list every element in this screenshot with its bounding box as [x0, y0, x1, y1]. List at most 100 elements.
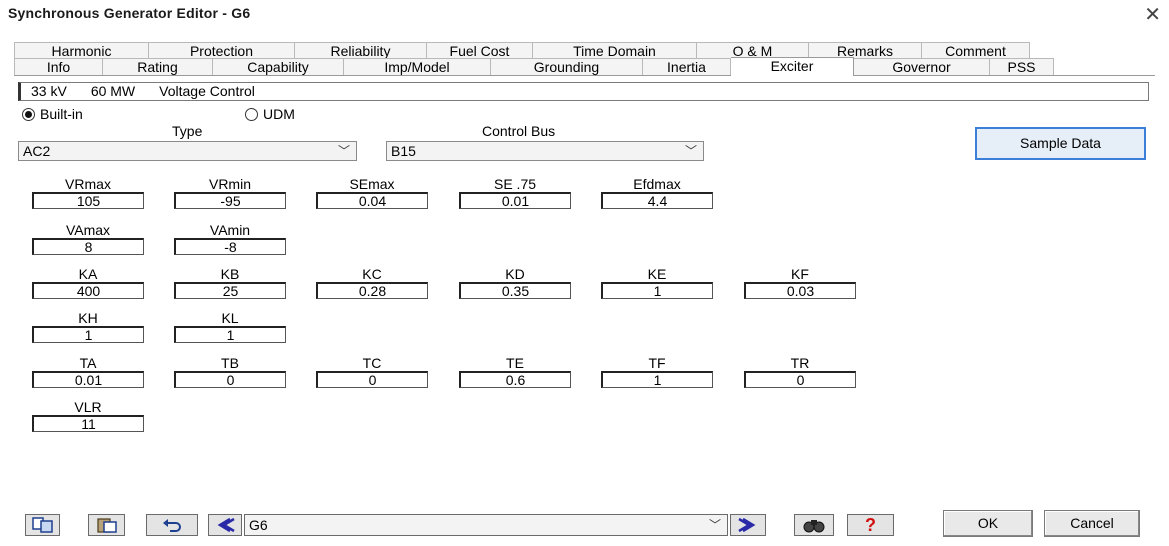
cancel-button[interactable]: Cancel	[1044, 510, 1140, 537]
control-bus-select[interactable]: B15 ﹀	[386, 141, 704, 161]
label-te: TE	[506, 355, 524, 371]
field-vamax[interactable]: 8	[32, 238, 144, 255]
tab-capability[interactable]: Capability	[213, 58, 344, 75]
undo-icon	[163, 519, 181, 532]
label-kd: KD	[505, 266, 525, 282]
tab-pss[interactable]: PSS	[990, 58, 1054, 75]
label-vamax: VAmax	[65, 222, 111, 238]
label-semax: SEmax	[349, 176, 395, 192]
radio-builtin[interactable]: Built-in	[22, 106, 83, 122]
label-se75: SE .75	[493, 176, 537, 192]
field-kl[interactable]: 1	[174, 326, 286, 343]
element-select[interactable]: G6 ﹀	[244, 514, 728, 536]
radio-builtin-label: Built-in	[40, 106, 83, 122]
field-kb[interactable]: 25	[174, 282, 286, 299]
tab-reliability[interactable]: Reliability	[295, 42, 427, 59]
tab-fuel-cost[interactable]: Fuel Cost	[427, 42, 533, 59]
chevron-down-icon: ﹀	[337, 144, 350, 158]
tab-row-1: Harmonic Protection Reliability Fuel Cos…	[14, 42, 1030, 59]
tab-inertia[interactable]: Inertia	[643, 58, 731, 75]
label-kb: KB	[220, 266, 240, 282]
field-kd[interactable]: 0.35	[459, 282, 571, 299]
tab-protection[interactable]: Protection	[149, 42, 295, 59]
tab-time-domain[interactable]: Time Domain	[533, 42, 697, 59]
tab-row-2: Info Rating Capability Imp/Model Groundi…	[14, 57, 1054, 76]
type-value: AC2	[23, 143, 51, 159]
label-kh: KH	[78, 310, 98, 326]
tab-exciter[interactable]: Exciter	[731, 57, 854, 76]
field-vrmin[interactable]: -95	[174, 192, 286, 209]
previous-button[interactable]	[208, 514, 242, 536]
field-vlr[interactable]: 11	[32, 415, 144, 432]
tab-governor[interactable]: Governor	[854, 58, 990, 75]
ok-button[interactable]: OK	[943, 510, 1033, 537]
radio-unselected-icon	[245, 107, 258, 121]
tab-imp-model[interactable]: Imp/Model	[344, 58, 491, 75]
type-label: Type	[172, 123, 203, 139]
label-vrmin: VRmin	[208, 176, 251, 192]
paste-button[interactable]	[88, 514, 125, 536]
label-kf: KF	[791, 266, 809, 282]
previous-icon	[217, 517, 235, 533]
label-tr: TR	[790, 355, 810, 371]
label-vamin: VAmin	[209, 222, 251, 238]
info-voltage: 33 kV	[31, 83, 67, 99]
info-bar: 33 kV 60 MW Voltage Control	[18, 82, 1149, 101]
undo-button[interactable]	[146, 514, 198, 536]
field-vamin[interactable]: -8	[174, 238, 286, 255]
info-mode: Voltage Control	[159, 83, 255, 99]
label-vrmax: VRmax	[65, 176, 111, 192]
field-se75[interactable]: 0.01	[459, 192, 571, 209]
field-kc[interactable]: 0.28	[316, 282, 428, 299]
radio-udm-label: UDM	[263, 106, 295, 122]
label-ta: TA	[79, 355, 97, 371]
label-kc: KC	[362, 266, 382, 282]
label-tf: TF	[648, 355, 666, 371]
field-tc[interactable]: 0	[316, 371, 428, 388]
field-efdmax[interactable]: 4.4	[601, 192, 713, 209]
field-semax[interactable]: 0.04	[316, 192, 428, 209]
window-title: Synchronous Generator Editor - G6	[8, 5, 251, 21]
sample-data-button[interactable]: Sample Data	[975, 127, 1146, 160]
label-kl: KL	[221, 310, 239, 326]
copy-icon	[31, 517, 53, 533]
paste-icon	[96, 518, 117, 533]
tab-rating[interactable]: Rating	[103, 58, 213, 75]
next-icon	[738, 517, 756, 533]
field-te[interactable]: 0.6	[459, 371, 571, 388]
label-ka: KA	[78, 266, 98, 282]
info-power: 60 MW	[90, 83, 136, 99]
tab-info[interactable]: Info	[14, 58, 103, 75]
control-bus-value: B15	[391, 143, 416, 159]
help-icon: ?	[865, 515, 876, 535]
label-tb: TB	[221, 355, 239, 371]
field-tb[interactable]: 0	[174, 371, 286, 388]
find-button[interactable]	[794, 514, 834, 536]
close-icon[interactable]: ✕	[1144, 2, 1161, 27]
type-select[interactable]: AC2 ﹀	[18, 141, 357, 161]
label-efdmax: Efdmax	[633, 176, 681, 192]
field-tf[interactable]: 1	[601, 371, 713, 388]
field-tr[interactable]: 0	[744, 371, 856, 388]
chevron-down-icon: ﹀	[684, 144, 697, 158]
field-ta[interactable]: 0.01	[32, 371, 144, 388]
help-button[interactable]: ?	[847, 514, 894, 536]
field-ka[interactable]: 400	[32, 282, 144, 299]
field-kh[interactable]: 1	[32, 326, 144, 343]
field-kf[interactable]: 0.03	[744, 282, 856, 299]
tab-harmonic[interactable]: Harmonic	[14, 42, 149, 59]
control-bus-label: Control Bus	[482, 123, 556, 139]
chevron-down-icon: ﹀	[708, 518, 721, 532]
label-tc: TC	[362, 355, 382, 371]
field-vrmax[interactable]: 105	[32, 192, 144, 209]
label-ke: KE	[647, 266, 667, 282]
find-icon	[803, 520, 825, 533]
field-ke[interactable]: 1	[601, 282, 713, 299]
copy-button[interactable]	[25, 514, 60, 536]
radio-udm[interactable]: UDM	[245, 106, 295, 122]
radio-selected-icon	[22, 107, 35, 121]
tab-comment[interactable]: Comment	[922, 42, 1030, 59]
element-value: G6	[249, 517, 268, 533]
next-button[interactable]	[730, 514, 766, 536]
tab-grounding[interactable]: Grounding	[491, 58, 643, 75]
